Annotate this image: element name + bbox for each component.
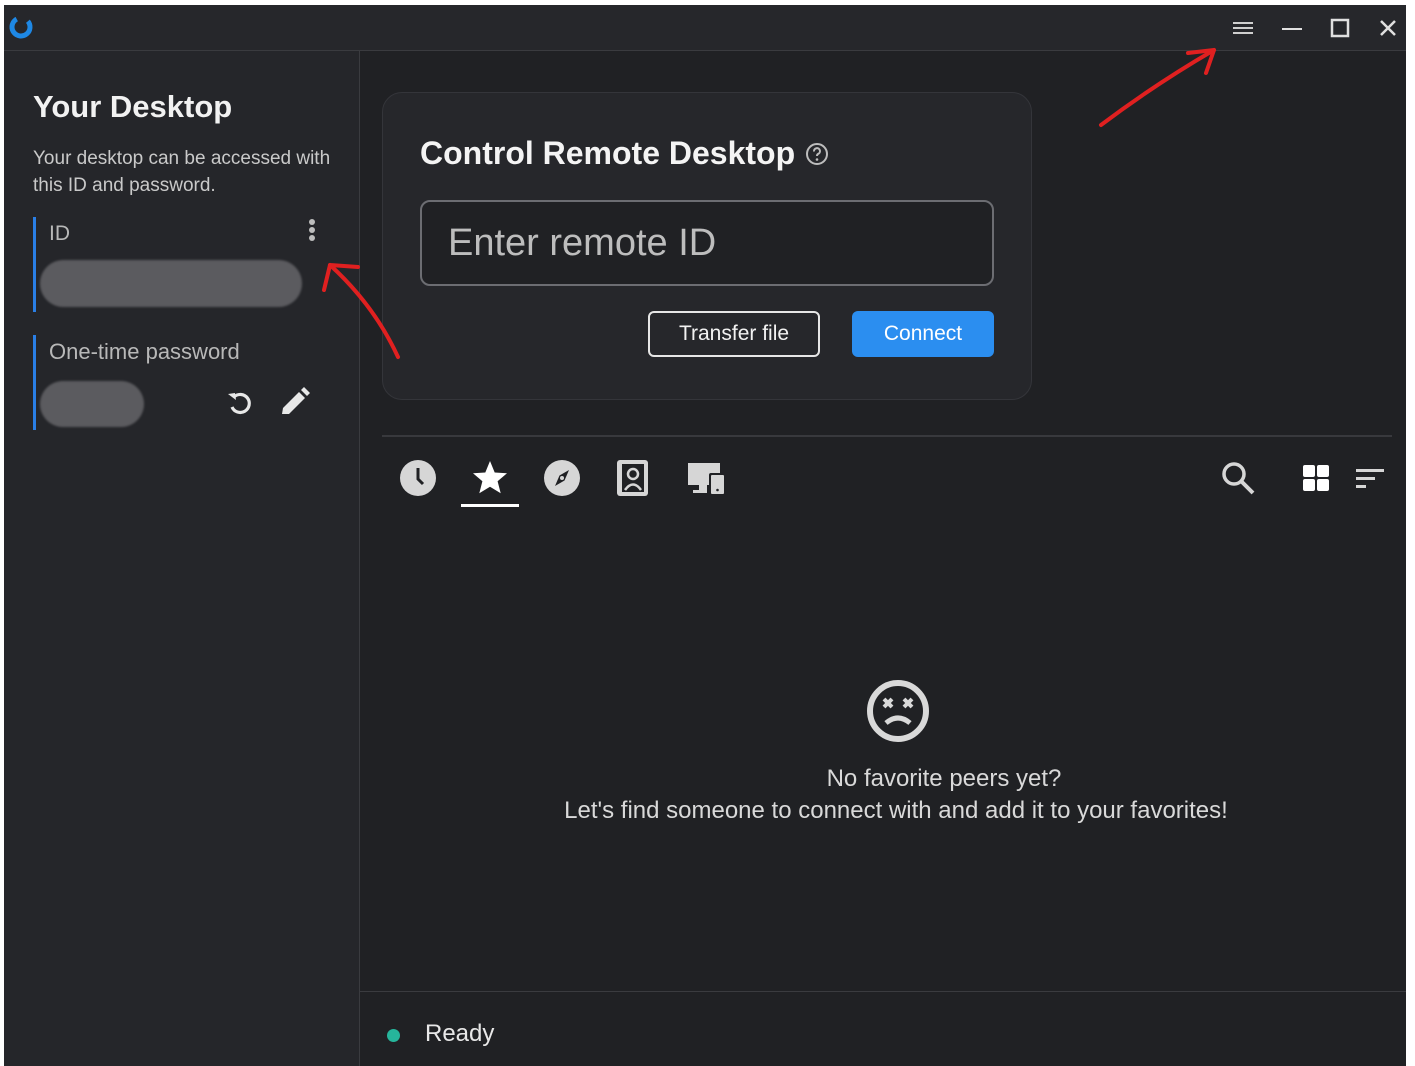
empty-state-subtitle: Let's find someone to connect with and a… <box>564 797 1228 824</box>
title-bar <box>4 5 1406 51</box>
recent-clock-icon <box>400 460 436 496</box>
dead-face-icon <box>867 680 929 742</box>
empty-state-title: No favorite peers yet? <box>826 765 1062 792</box>
minimize-icon <box>1282 28 1302 30</box>
group-devices-icon <box>688 463 725 495</box>
password-label: One-time password <box>49 339 240 364</box>
control-remote-title: Control Remote Desktop <box>420 135 829 172</box>
refresh-icon[interactable] <box>224 388 256 420</box>
edit-pencil-icon[interactable] <box>276 386 312 422</box>
close-button[interactable] <box>1372 13 1404 43</box>
close-icon <box>1380 20 1396 36</box>
maximize-icon <box>1330 18 1350 38</box>
favorites-star-icon <box>473 461 507 494</box>
sort-icon <box>1356 469 1384 488</box>
id-value-redacted[interactable] <box>40 260 302 307</box>
tab-favorites[interactable] <box>470 456 510 500</box>
connect-button[interactable]: Connect <box>852 311 994 357</box>
address-book-icon <box>617 460 648 496</box>
tab-group[interactable] <box>687 456 727 500</box>
help-icon[interactable] <box>805 142 829 166</box>
hamburger-menu-icon <box>1233 22 1253 34</box>
section-divider <box>382 435 1392 437</box>
maximize-button[interactable] <box>1324 13 1356 43</box>
your-desktop-description: Your desktop can be accessed with this I… <box>33 148 331 196</box>
id-section: ID <box>33 217 336 312</box>
minimize-button[interactable] <box>1276 13 1308 43</box>
active-tab-indicator <box>461 504 519 507</box>
annotation-arrow-menu <box>1099 48 1216 127</box>
left-panel: Your Desktop Your desktop can be accesse… <box>4 51 360 1066</box>
tab-discovered[interactable] <box>542 456 582 500</box>
your-desktop-title: Your Desktop <box>33 89 233 124</box>
sort-button[interactable] <box>1350 456 1390 500</box>
status-indicator-dot <box>387 1029 400 1042</box>
tab-recent[interactable] <box>398 456 438 500</box>
control-remote-title-text: Control Remote Desktop <box>420 135 796 171</box>
password-value-redacted[interactable] <box>40 381 144 427</box>
status-text: Ready <box>425 1020 495 1047</box>
grid-view-icon <box>1303 465 1329 491</box>
search-icon <box>1222 462 1255 495</box>
search-peers-button[interactable] <box>1218 456 1258 500</box>
tab-address-book[interactable] <box>613 456 653 500</box>
more-options-icon[interactable] <box>298 217 326 245</box>
password-section: One-time password <box>33 335 336 430</box>
id-label: ID <box>49 222 70 245</box>
control-remote-card: Control Remote Desktop Transfer file Con… <box>382 92 1032 400</box>
discovered-compass-icon <box>544 460 580 496</box>
rustdesk-logo-icon <box>9 15 33 39</box>
remote-id-input[interactable] <box>420 200 994 286</box>
menu-button[interactable] <box>1227 13 1259 43</box>
transfer-file-button[interactable]: Transfer file <box>648 311 820 357</box>
grid-view-button[interactable] <box>1296 456 1336 500</box>
app-window: Your Desktop Your desktop can be accesse… <box>4 5 1406 1066</box>
status-bar: Ready <box>360 991 1406 1066</box>
